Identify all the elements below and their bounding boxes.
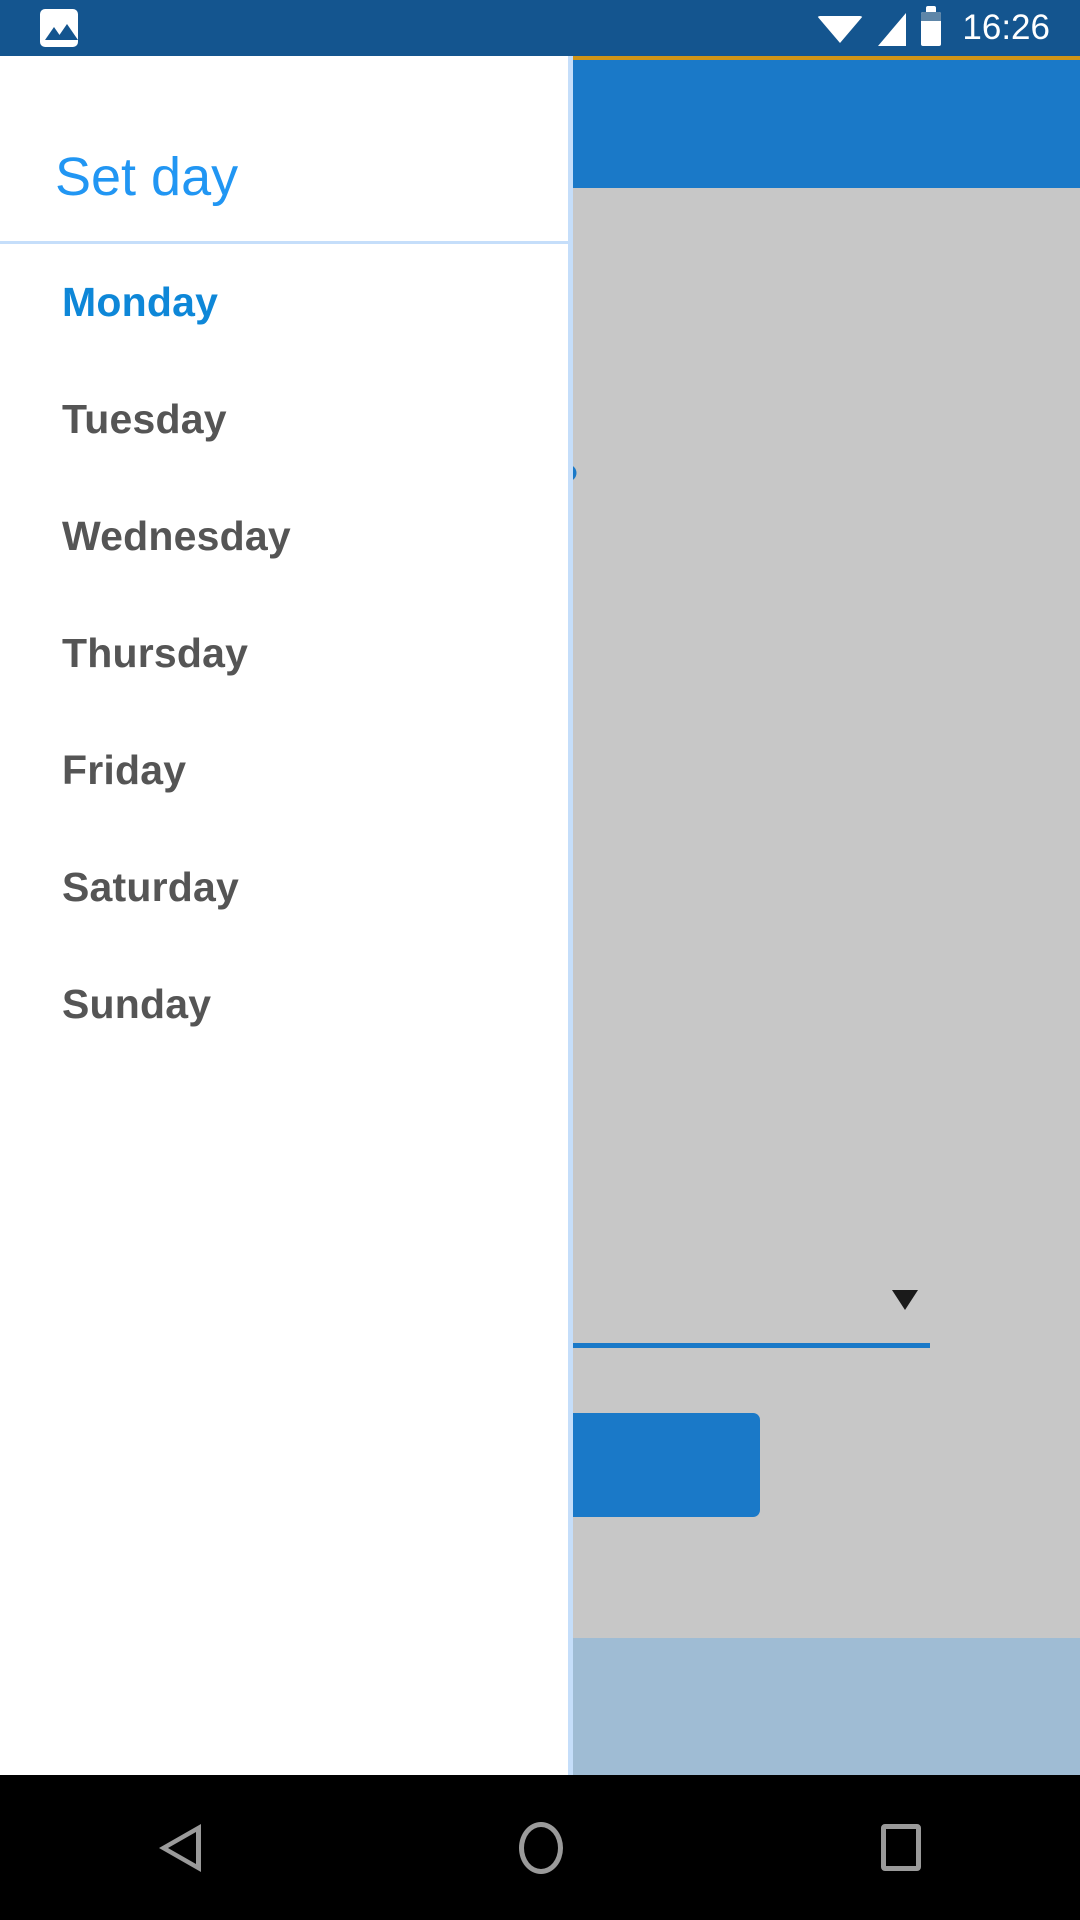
navigation-bar	[0, 1775, 1080, 1920]
phone-screen: e Alarm esired wake-up time. n for 30 mi…	[0, 0, 1080, 1920]
photo-icon	[40, 9, 78, 47]
day-option-monday[interactable]: Monday	[0, 244, 568, 361]
home-icon[interactable]	[519, 1821, 563, 1874]
recents-icon[interactable]	[881, 1824, 921, 1871]
dialog-title: Set day	[55, 147, 239, 207]
day-option-sunday[interactable]: Sunday	[0, 946, 568, 1063]
day-option-thursday[interactable]: Thursday	[0, 595, 568, 712]
status-bar-left-icons	[40, 9, 80, 47]
status-bar-right-icons: 16:26	[817, 0, 1050, 56]
day-option-wednesday[interactable]: Wednesday	[0, 478, 568, 595]
status-bar-clock: 16:26	[962, 8, 1050, 47]
status-bar: 16:26	[0, 0, 1080, 56]
day-option-saturday[interactable]: Saturday	[0, 829, 568, 946]
day-option-friday[interactable]: Friday	[0, 712, 568, 829]
back-icon[interactable]	[159, 1823, 201, 1872]
signal-icon	[878, 13, 907, 46]
battery-icon	[921, 6, 942, 46]
chevron-down-icon	[892, 1290, 918, 1310]
day-list: Monday Tuesday Wednesday Thursday Friday…	[0, 244, 568, 1063]
wifi-icon	[817, 15, 864, 43]
day-option-tuesday[interactable]: Tuesday	[0, 361, 568, 478]
set-day-dialog: Set day Monday Tuesday Wednesday Thursda…	[0, 56, 573, 1775]
